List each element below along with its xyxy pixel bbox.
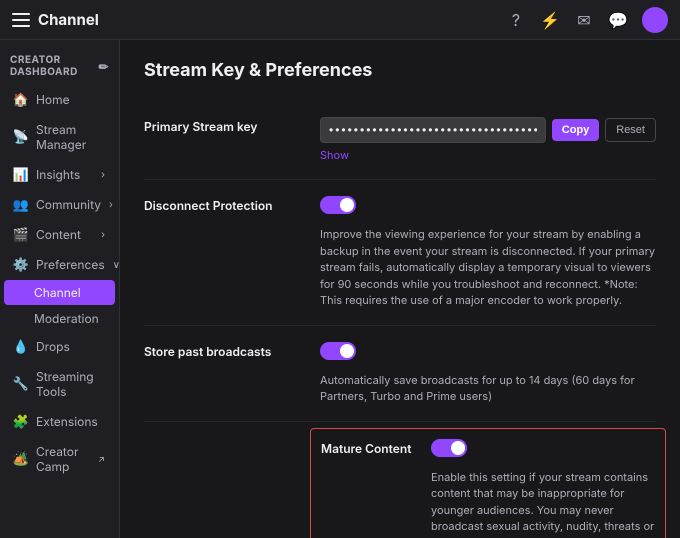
mature-content-description: Enable this setting if your stream conta…: [431, 469, 655, 538]
page-title: Stream Key & Preferences: [144, 60, 656, 81]
extensions-icon: 🧩: [14, 415, 28, 429]
insights-chevron: ›: [101, 169, 105, 181]
insights-icon: 📊: [14, 168, 28, 182]
help-icon[interactable]: ?: [506, 10, 526, 30]
community-chevron: ›: [109, 199, 113, 211]
main-layout: CREATOR DASHBOARD ✏ 🏠 Home 📡 Stream Mana…: [0, 40, 680, 538]
sidebar: CREATOR DASHBOARD ✏ 🏠 Home 📡 Stream Mana…: [0, 40, 120, 538]
toggle-track: [431, 439, 467, 457]
content-chevron: ›: [101, 229, 105, 241]
stream-key-row: Copy Reset: [320, 117, 656, 143]
nav-right: ? ⚡ ✉ 💬: [506, 7, 668, 33]
disconnect-protection-toggle[interactable]: [320, 196, 356, 214]
stream-manager-icon: 📡: [14, 130, 28, 144]
setting-row-disconnect-protection: Disconnect Protection Improve the viewin…: [144, 180, 656, 326]
mature-content-toggle[interactable]: [431, 439, 467, 457]
community-icon: 👥: [14, 198, 28, 212]
nav-left: Channel: [12, 10, 99, 29]
mature-content-inner: Mature Content Enable this setting if yo…: [321, 439, 655, 538]
creator-camp-icon: 🏕️: [14, 452, 28, 466]
home-icon: 🏠: [14, 93, 28, 107]
sidebar-section-header: CREATOR DASHBOARD ✏: [0, 48, 119, 84]
control-primary-stream-key: Copy Reset Show: [320, 117, 656, 163]
preferences-chevron: ∨: [113, 259, 120, 271]
content-area: Stream Key & Preferences Primary Stream …: [120, 40, 680, 538]
streaming-tools-icon: 🔧: [14, 377, 28, 391]
toggle-thumb: [451, 441, 465, 455]
setting-row-primary-stream-key: Primary Stream key Copy Reset Show: [144, 101, 656, 180]
content-icon: 🎬: [14, 228, 28, 242]
brand-name: Channel: [38, 10, 99, 29]
show-link[interactable]: Show: [320, 148, 349, 162]
toggle-track: [320, 342, 356, 360]
mail-icon[interactable]: ✉: [574, 10, 594, 30]
disconnect-protection-description: Improve the viewing experience for your …: [320, 226, 656, 309]
bookmark-icon[interactable]: ⚡: [540, 10, 560, 30]
sidebar-item-extensions[interactable]: 🧩 Extensions: [4, 407, 115, 436]
sidebar-item-creator-camp[interactable]: 🏕️ Creator Camp ↗: [4, 437, 115, 481]
store-past-broadcasts-description: Automatically save broadcasts for up to …: [320, 372, 656, 405]
sidebar-item-content[interactable]: 🎬 Content ›: [4, 220, 115, 249]
label-disconnect-protection: Disconnect Protection: [144, 196, 304, 213]
label-primary-stream-key: Primary Stream key: [144, 117, 304, 134]
sidebar-item-home[interactable]: 🏠 Home: [4, 85, 115, 114]
sidebar-item-channel[interactable]: Channel: [4, 280, 115, 305]
control-disconnect-protection: Improve the viewing experience for your …: [320, 196, 656, 309]
sidebar-item-preferences[interactable]: ⚙️ Preferences ∨: [4, 250, 115, 279]
control-mature-content: Mature Content Enable this setting if yo…: [320, 438, 656, 538]
stream-key-input[interactable]: [320, 117, 546, 143]
top-nav: Channel ? ⚡ ✉ 💬: [0, 0, 680, 40]
control-store-past-broadcasts: Automatically save broadcasts for up to …: [320, 342, 656, 405]
drops-icon: 💧: [14, 340, 28, 354]
sidebar-item-drops[interactable]: 💧 Drops: [4, 332, 115, 361]
toggle-track: [320, 196, 356, 214]
sidebar-item-moderation[interactable]: Moderation: [4, 306, 115, 331]
toggle-thumb: [340, 344, 354, 358]
setting-row-mature-content: Mature Content Enable this setting if yo…: [144, 422, 656, 538]
preferences-icon: ⚙️: [14, 258, 28, 272]
mature-content-label: Mature Content: [321, 439, 421, 456]
hamburger-icon[interactable]: [12, 13, 30, 27]
store-past-broadcasts-toggle[interactable]: [320, 342, 356, 360]
sidebar-item-community[interactable]: 👥 Community ›: [4, 190, 115, 219]
reset-button[interactable]: Reset: [605, 118, 656, 142]
external-link-icon: ↗: [98, 454, 105, 465]
sidebar-item-insights[interactable]: 📊 Insights ›: [4, 160, 115, 189]
label-store-past-broadcasts: Store past broadcasts: [144, 342, 304, 359]
edit-dashboard-icon[interactable]: ✏: [98, 59, 109, 74]
label-mature-content: [144, 438, 304, 440]
sidebar-item-streaming-tools[interactable]: 🔧 Streaming Tools: [4, 362, 115, 406]
chat-icon[interactable]: 💬: [608, 10, 628, 30]
toggle-thumb: [340, 198, 354, 212]
sidebar-item-stream-manager[interactable]: 📡 Stream Manager: [4, 115, 115, 159]
mature-content-controls: Enable this setting if your stream conta…: [431, 439, 655, 538]
copy-button[interactable]: Copy: [552, 119, 600, 141]
mature-content-box: Mature Content Enable this setting if yo…: [310, 428, 666, 538]
avatar[interactable]: [642, 7, 668, 33]
setting-row-store-past-broadcasts: Store past broadcasts Automatically save…: [144, 326, 656, 422]
